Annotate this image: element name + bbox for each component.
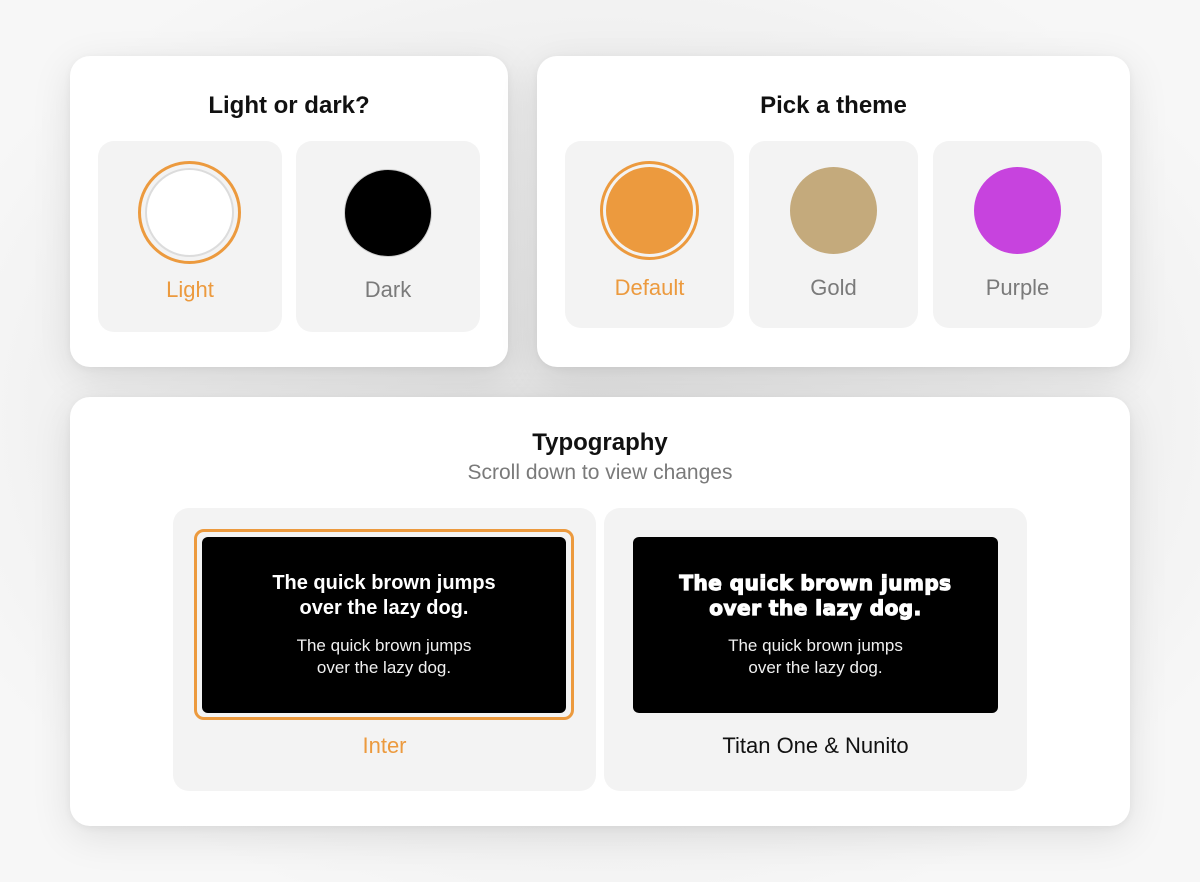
- preview-body-line: over the lazy dog.: [748, 658, 883, 677]
- default-swatch: [606, 167, 693, 254]
- preview-heading-line: The quick brown jumps: [679, 570, 952, 595]
- preview-heading-line: The quick brown jumps: [272, 572, 496, 594]
- preview-heading-line: over the lazy dog.: [709, 595, 922, 620]
- preview-body: The quick brown jumps over the lazy dog.: [202, 635, 566, 679]
- preview-body-line: The quick brown jumps: [296, 636, 472, 655]
- preview-heading-line: over the lazy dog.: [299, 597, 469, 619]
- theme-option-label: Purple: [985, 275, 1050, 300]
- typography-subtitle: Scroll down to view changes: [467, 461, 733, 484]
- mode-option-label: Light: [166, 277, 214, 302]
- theme-option-label: Default: [614, 275, 685, 300]
- theme-card-title: Pick a theme: [760, 92, 907, 119]
- mode-option-label: Dark: [364, 277, 412, 302]
- font-option-label: Titan One & Nunito: [722, 733, 909, 758]
- font-option-titan-nunito[interactable]: The quick brown jumps over the lazy dog.…: [604, 508, 1027, 791]
- preview-heading: The quick brown jumps over the lazy dog.: [202, 571, 566, 621]
- mode-card: Light or dark? Light Dark: [70, 56, 508, 367]
- dark-swatch: [344, 169, 432, 257]
- typography-title: Typography: [532, 429, 668, 456]
- preview-body: The quick brown jumps over the lazy dog.: [633, 635, 998, 679]
- theme-option-gold[interactable]: Gold: [749, 141, 918, 328]
- font-option-label: Inter: [362, 733, 407, 758]
- preview-body-line: The quick brown jumps: [728, 636, 903, 655]
- theme-option-purple[interactable]: Purple: [933, 141, 1102, 328]
- typography-card: Typography Scroll down to view changes T…: [70, 397, 1130, 826]
- light-swatch: [145, 168, 234, 257]
- font-option-inter[interactable]: The quick brown jumps over the lazy dog.…: [173, 508, 596, 791]
- mode-card-title: Light or dark?: [208, 92, 370, 119]
- preview-heading: The quick brown jumps over the lazy dog.: [633, 570, 998, 621]
- font-preview: The quick brown jumps over the lazy dog.…: [633, 537, 998, 713]
- theme-option-default[interactable]: Default: [565, 141, 734, 328]
- theme-card: Pick a theme Default Gold Purple: [537, 56, 1130, 367]
- preview-body-line: over the lazy dog.: [316, 658, 452, 677]
- gold-swatch: [790, 167, 877, 254]
- font-preview: The quick brown jumps over the lazy dog.…: [202, 537, 566, 713]
- theme-option-label: Gold: [810, 275, 857, 300]
- purple-swatch: [974, 167, 1061, 254]
- mode-option-light[interactable]: Light: [98, 141, 282, 332]
- mode-option-dark[interactable]: Dark: [296, 141, 480, 332]
